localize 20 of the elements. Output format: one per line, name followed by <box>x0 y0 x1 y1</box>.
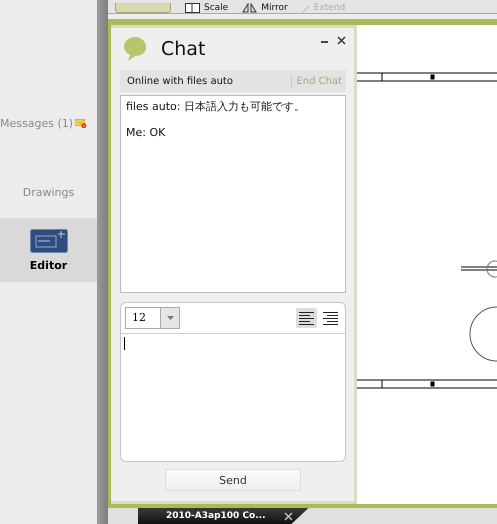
close-icon[interactable] <box>337 36 346 45</box>
scale-icon <box>185 3 200 13</box>
mirror-icon <box>242 3 258 13</box>
toolbar-tool[interactable]: Mirror <box>242 3 288 13</box>
chat-message: files auto: 日本語入力も可能です。 <box>126 99 306 114</box>
send-button[interactable]: Send <box>165 469 301 491</box>
speech-bubble-icon <box>123 36 147 62</box>
status-text: Online with files auto <box>127 76 234 86</box>
align-left-button[interactable] <box>296 308 317 328</box>
align-right-icon <box>323 310 338 326</box>
chat-title: Chat <box>161 38 206 60</box>
line-icon <box>302 5 310 13</box>
toolbar-tool[interactable]: Scale <box>185 3 228 13</box>
blueprint-icon <box>30 228 68 252</box>
font-size-dropdown[interactable]: 12 <box>125 307 180 329</box>
document-tab[interactable]: 2010-A3ap100 Co... <box>138 508 308 524</box>
sidebar-item[interactable]: Editor <box>0 218 97 282</box>
align-left-icon <box>299 310 314 326</box>
chat-message: Me: OK <box>126 126 166 139</box>
caret-icon <box>166 316 174 320</box>
